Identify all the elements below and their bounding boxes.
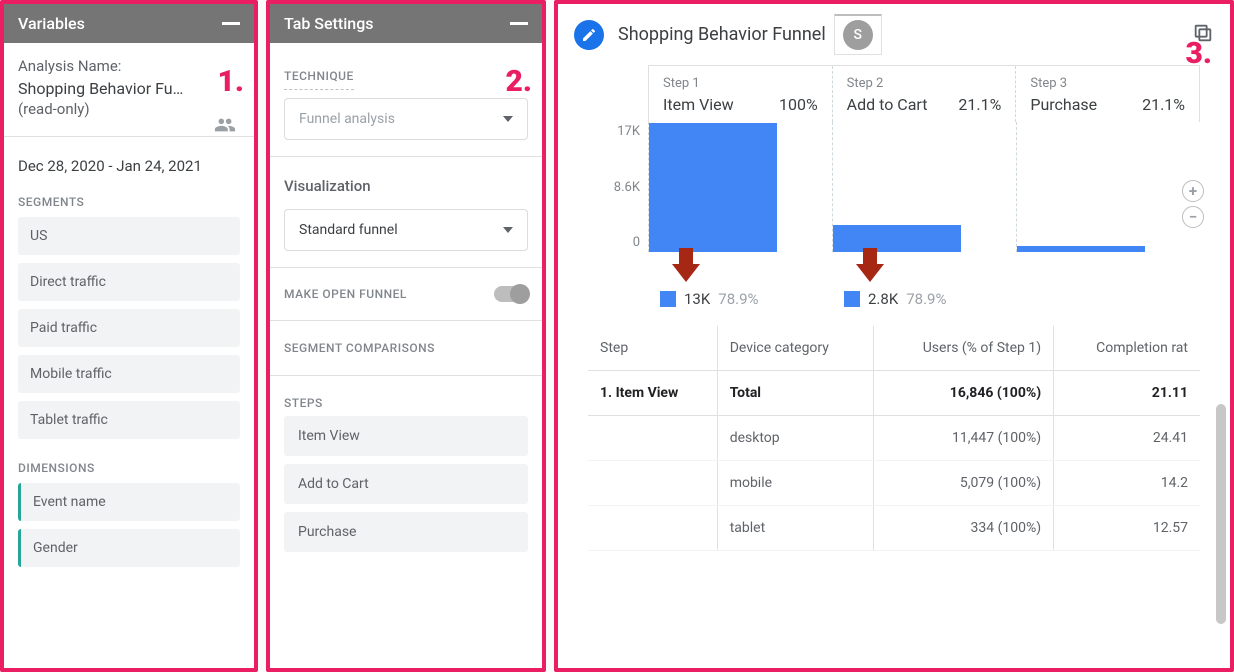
cell-completion: 21.11 [1054,371,1200,416]
technique-title: TECHNIQUE [284,57,354,90]
funnel-step[interactable]: Item View [284,416,528,456]
tab-settings-panel: 2. Tab Settings TECHNIQUE Funnel analysi… [266,0,546,672]
settings-title: Tab Settings [284,14,374,33]
segment-comparisons-title: SEGMENT COMPARISONS [284,329,528,361]
cell-users: 334 (100%) [873,506,1053,551]
callout-1: 1. [218,64,244,99]
segment-chip[interactable]: Direct traffic [18,263,240,301]
cell-users: 11,447 (100%) [873,416,1053,461]
cell-completion: 14.2 [1054,461,1200,506]
step-percent: 21.1% [1142,95,1185,114]
technique-value: Funnel analysis [299,111,395,127]
steps-title: STEPS [284,384,528,416]
zoom-in-icon[interactable]: + [1182,180,1204,202]
dimension-chip[interactable]: Event name [18,483,240,521]
variables-header: Variables [4,4,254,43]
analysis-name-value[interactable]: Shopping Behavior Fu… [18,79,240,98]
visualization-select[interactable]: Standard funnel [284,209,528,251]
ytick: 8.6K [588,180,640,195]
dropoff-count: 13K [684,290,710,308]
dropoff-percent: 78.9% [718,290,758,308]
dimension-chip[interactable]: Gender [18,529,240,567]
funnel-steps-header: Step 1 Item View 100% Step 2 Add to Cart… [648,65,1200,122]
open-funnel-title: MAKE OPEN FUNNEL [284,287,407,301]
date-range[interactable]: Dec 28, 2020 - Jan 24, 2021 [18,155,240,181]
cell-completion: 24.41 [1054,416,1200,461]
table-header[interactable]: Device category [717,326,873,371]
dropoff-percent: 78.9% [906,290,946,308]
edit-icon[interactable] [574,20,604,50]
scrollbar[interactable] [1216,404,1226,624]
variables-panel: 1. Variables Analysis Name: Shopping Beh… [0,0,258,672]
table-row[interactable]: mobile 5,079 (100%) 14.2 [588,461,1200,506]
open-funnel-toggle[interactable] [494,286,528,302]
collapse-icon[interactable] [222,22,240,25]
cell-users: 5,079 (100%) [873,461,1053,506]
callout-3: 3. [1186,36,1212,71]
analysis-name-label: Analysis Name: [18,57,240,75]
zoom-out-icon[interactable]: − [1182,206,1204,228]
segment-chip[interactable]: Tablet traffic [18,401,240,439]
table-header[interactable]: Completion rat [1054,326,1200,371]
step-number: Step 3 [1030,76,1185,91]
cell-completion: 12.57 [1054,506,1200,551]
segment-chip[interactable]: Paid traffic [18,309,240,347]
settings-header: Tab Settings [270,4,542,43]
variables-title: Variables [18,14,85,33]
step-name: Add to Cart [847,95,928,114]
funnel-bar-chart: 17K 8.6K 0 + − [588,122,1200,252]
legend-swatch [660,291,676,307]
cell-category: desktop [717,416,873,461]
table-header[interactable]: Step [588,326,717,371]
cell-users: 16,846 (100%) [873,371,1053,416]
ytick: 0 [588,235,640,250]
technique-select[interactable]: Funnel analysis [284,98,528,140]
dropoff-arrow-icon [856,264,884,282]
chevron-down-icon [503,227,513,233]
share-icon[interactable] [214,114,236,140]
tab-extra[interactable]: S [834,14,882,55]
table-row[interactable]: tablet 334 (100%) 12.57 [588,506,1200,551]
funnel-step[interactable]: Purchase [284,512,528,552]
segment-chip[interactable]: US [18,217,240,255]
segments-title: SEGMENTS [18,181,240,217]
funnel-data-table: Step Device category Users (% of Step 1)… [588,326,1200,551]
visualization-title: Visualization [284,165,528,201]
cell-category: Total [717,371,873,416]
cell-step: 1. Item View [588,371,717,416]
callout-2: 2. [506,64,532,99]
tab-title[interactable]: Shopping Behavior Funnel [618,24,826,45]
s-badge: S [843,20,873,50]
ytick: 17K [588,124,640,139]
step-number: Step 1 [663,76,818,91]
chevron-down-icon [503,116,513,122]
table-row[interactable]: desktop 11,447 (100%) 24.41 [588,416,1200,461]
step-percent: 100% [779,95,818,114]
step-name: Purchase [1030,95,1097,114]
visualization-value: Standard funnel [299,222,398,238]
segment-chip[interactable]: Mobile traffic [18,355,240,393]
dropoff-arrow-icon [672,264,700,282]
readonly-hint: (read-only) [18,100,240,118]
collapse-icon[interactable] [510,22,528,25]
cell-category: mobile [717,461,873,506]
cell-category: tablet [717,506,873,551]
table-header[interactable]: Users (% of Step 1) [873,326,1053,371]
dimensions-title: DIMENSIONS [18,447,240,483]
dropoff-count: 2.8K [868,290,898,308]
funnel-step[interactable]: Add to Cart [284,464,528,504]
table-total-row[interactable]: 1. Item View Total 16,846 (100%) 21.11 [588,371,1200,416]
legend-swatch [844,291,860,307]
main-canvas: 3. Shopping Behavior Funnel S Step 1 Ite… [554,0,1234,672]
step-number: Step 2 [847,76,1002,91]
step-percent: 21.1% [958,95,1001,114]
dropoff-row: 13K 78.9% 2.8K 78.9% [648,252,1200,308]
step-name: Item View [663,95,734,114]
